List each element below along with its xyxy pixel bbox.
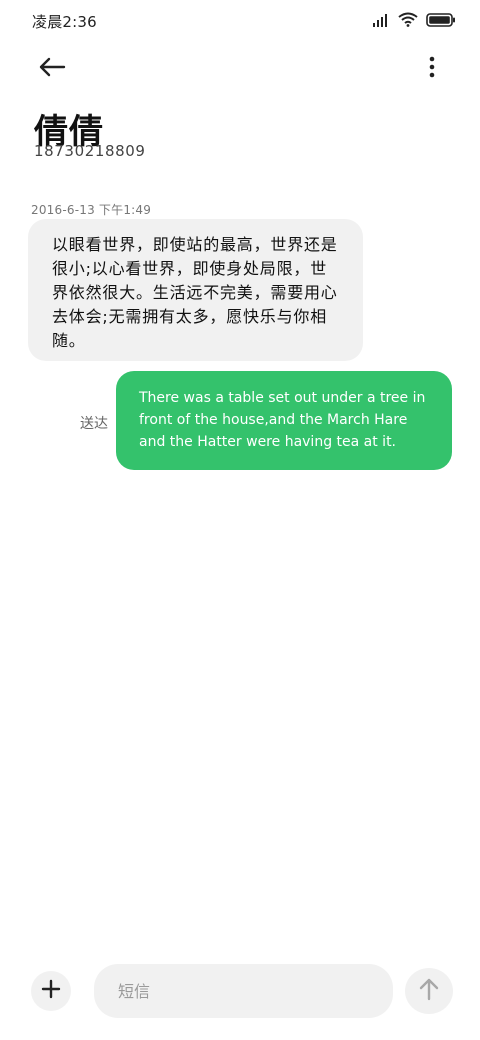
plus-icon [41, 979, 61, 1003]
received-message-bubble[interactable]: 以眼看世界，即使站的最高，世界还是很小;以心看世界，即使身处局限，世界依然很大。… [28, 219, 363, 361]
message-timestamp: 2016-6-13 下午1:49 [31, 203, 152, 217]
wifi-icon [398, 12, 418, 31]
signal-icon [372, 12, 390, 31]
back-button[interactable] [30, 52, 74, 86]
more-options-button[interactable] [420, 52, 444, 86]
sms-input[interactable] [94, 964, 393, 1018]
back-arrow-icon [38, 57, 66, 81]
contact-number: 18730218809 [34, 142, 146, 160]
more-vertical-icon [429, 56, 435, 82]
send-arrow-up-icon [418, 977, 440, 1005]
sms-conversation-screen: 凌晨2:36 倩倩 18730218809 2016-6-13 下午1:49 以… [0, 0, 480, 1040]
status-bar: 凌晨2:36 [0, 0, 480, 40]
sent-message-bubble[interactable]: There was a table set out under a tree i… [116, 371, 452, 470]
status-time: 凌晨2:36 [32, 13, 97, 31]
battery-icon [426, 12, 456, 31]
status-icons [372, 12, 456, 30]
sent-status-label: 送达 [80, 416, 108, 432]
send-button[interactable] [405, 968, 453, 1014]
add-attachment-button[interactable] [31, 971, 71, 1011]
